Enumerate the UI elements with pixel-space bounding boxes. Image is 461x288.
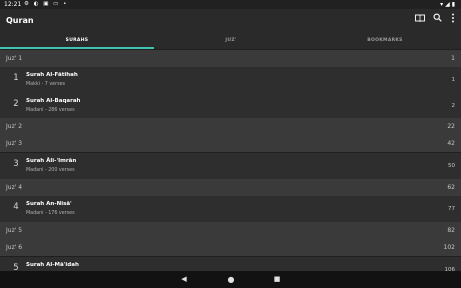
surah-row[interactable]: 4 Surah An-Nisā' Madani - 176 verses 77 (0, 196, 461, 222)
juz-header[interactable]: Juz' 6 102 (0, 239, 461, 256)
system-status-icons: ▾◢▮ (440, 1, 457, 8)
recents-icon[interactable]: ■ (270, 273, 284, 286)
surah-list[interactable]: Juz' 1 1 1 Surah Al-Fātihah Makki - 7 ve… (0, 49, 461, 271)
surah-name: Surah Al-Baqarah (26, 98, 81, 104)
juz-page: 82 (447, 227, 455, 234)
juz-page: 102 (443, 244, 455, 251)
juz-label: Juz' 6 (6, 244, 23, 251)
juz-label: Juz' 4 (6, 184, 23, 191)
surah-row[interactable]: 1 Surah Al-Fātihah Makki - 7 verses 1 (0, 67, 461, 93)
juz-header[interactable]: Juz' 2 22 (0, 118, 461, 135)
surah-row[interactable]: 2 Surah Al-Baqarah Madani - 286 verses 2 (0, 93, 461, 119)
surah-page: 1 (451, 77, 456, 83)
surah-number: 5 (13, 263, 19, 271)
juz-header[interactable]: Juz' 1 1 (0, 50, 461, 67)
juz-page: 1 (451, 55, 455, 62)
surah-name: Surah Āli-'Imrān (26, 158, 77, 164)
surah-name: Surah An-Nisā' (26, 201, 72, 207)
juz-header[interactable]: Juz' 5 82 (0, 222, 461, 239)
navigation-bar: ◀ ● ■ (0, 271, 461, 288)
juz-page: 42 (447, 140, 455, 147)
surah-page: 50 (448, 163, 455, 169)
surah-page: 77 (448, 206, 455, 212)
notification-icons: ⚙ ◐ ▣ ▭ • (24, 1, 68, 7)
app-title: Quran (6, 16, 34, 25)
juz-header[interactable]: Juz' 4 62 (0, 179, 461, 196)
surah-meta: Madani - 286 verses (26, 108, 75, 113)
surah-number: 1 (13, 73, 19, 83)
surah-row[interactable]: 5 Surah Al-Mā'idah 106 (0, 257, 461, 271)
status-time: 12:21 (4, 1, 22, 8)
status-bar: 12:21 ⚙ ◐ ▣ ▭ • ▾◢▮ (0, 0, 461, 9)
app-bar: Quran (0, 9, 461, 33)
surah-name: Surah Al-Fātihah (26, 72, 78, 78)
search-icon[interactable] (430, 13, 444, 27)
home-icon[interactable]: ● (224, 273, 238, 286)
juz-header[interactable]: Juz' 3 42 (0, 135, 461, 152)
juz-label: Juz' 5 (6, 227, 23, 234)
back-icon[interactable]: ◀ (177, 273, 191, 286)
surah-page: 2 (451, 103, 456, 109)
surah-row[interactable]: 3 Surah Āli-'Imrān Madani - 200 verses 5… (0, 153, 461, 179)
surah-meta: Makki - 7 verses (26, 82, 66, 87)
surah-number: 3 (13, 159, 19, 169)
surah-meta: Madani - 200 verses (26, 168, 75, 173)
surah-number: 4 (13, 202, 19, 212)
juz-page: 62 (447, 184, 455, 191)
tab-bookmarks[interactable]: BOOKMARKS (308, 33, 461, 49)
juz-label: Juz' 3 (6, 140, 23, 147)
more-vert-icon[interactable] (446, 13, 460, 27)
juz-label: Juz' 2 (6, 123, 23, 130)
book-icon[interactable] (413, 13, 427, 27)
surah-meta: Madani - 176 verses (26, 211, 75, 216)
surah-number: 2 (13, 99, 19, 109)
juz-page: 22 (447, 123, 455, 130)
surah-name: Surah Al-Mā'idah (26, 262, 79, 268)
juz-label: Juz' 1 (6, 55, 23, 62)
tab-juz[interactable]: JUZ' (154, 33, 308, 49)
